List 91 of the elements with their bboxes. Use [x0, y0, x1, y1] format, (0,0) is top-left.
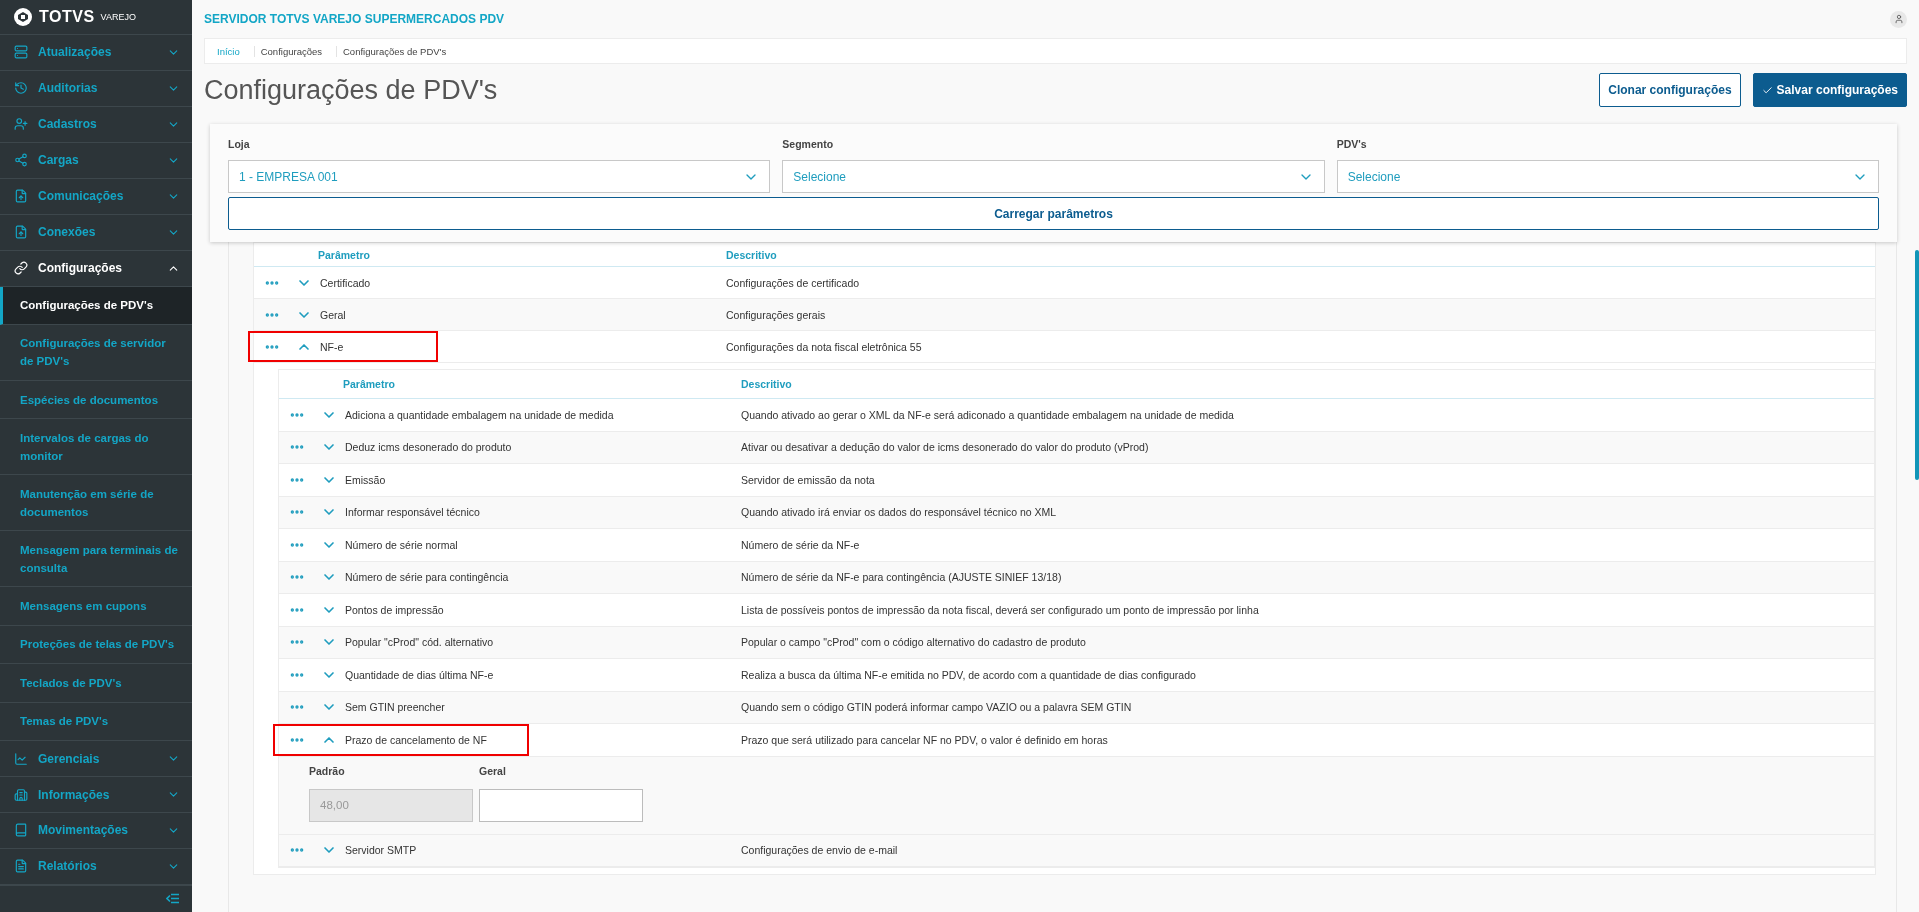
nav-item[interactable]: Movimentações	[0, 812, 192, 849]
user-plus-icon	[14, 117, 28, 132]
user-avatar[interactable]	[1890, 10, 1907, 28]
link-icon	[14, 261, 28, 276]
parameter-description: Servidor de emissão da nota	[741, 473, 876, 486]
parameter-description: Quando sem o código GTIN poderá informar campo VAZIO ou a palavra SEM GTIN	[741, 701, 1133, 714]
parameter-name: Deduz icms desonerado do produto	[345, 441, 512, 454]
nav-subitem[interactable]: Mensagem para terminais de consulta	[0, 531, 192, 588]
nav-item[interactable]: Conexões	[0, 214, 192, 251]
nav-item[interactable]: Cargas	[0, 142, 192, 179]
select-field[interactable]: Selecione	[1336, 160, 1879, 193]
user-icon	[1893, 14, 1904, 24]
parameter-description: Quando ativado ao gerar o XML da NF-e será adiconado a quantidade embalagem na unidade de medida	[741, 408, 1235, 421]
nav-subitem[interactable]: Temas de PDV's	[0, 702, 192, 742]
building-icon	[14, 787, 28, 802]
column-header: Descritivo	[726, 248, 778, 261]
check-icon	[1761, 84, 1773, 96]
filter-label: Segmento	[782, 138, 835, 150]
breadcrumb-item: Configurações	[254, 45, 337, 57]
parameter-description: Configurações da nota fiscal eletrônica 55	[726, 340, 923, 353]
nav-item[interactable]: Comunicações	[0, 178, 192, 215]
nav-item[interactable]: Informações	[0, 777, 192, 813]
parameter-description: Lista de possíveis pontos de impressão da nota fiscal, deverá ser configurado um ponto de impressão por linha	[741, 603, 1260, 616]
filter-label: PDV's	[1336, 138, 1368, 150]
clone-button[interactable]: Clonar configurações	[1599, 73, 1741, 107]
parameter-description: Prazo que será utilizado para cancelar NF no PDV, o valor é definido em horas	[741, 733, 1109, 746]
parameter-name: Quantidade de dias última NF-e	[345, 668, 494, 681]
nav-subitem[interactable]: Mensagens em cupons	[0, 587, 192, 626]
page-title: Configurações de PDV's	[204, 74, 498, 106]
nav-item[interactable]: Auditorias	[0, 70, 192, 107]
select-field[interactable]: Selecione	[782, 160, 1325, 193]
column-header: Parâmetro	[343, 378, 396, 390]
field-label: Padrão	[309, 764, 346, 777]
parameter-name: NF-e	[320, 340, 344, 353]
parameter-name: Prazo de cancelamento de NF	[345, 733, 487, 746]
field-label: Geral	[479, 764, 507, 777]
parameter-name: Certificado	[320, 276, 371, 289]
parameter-description: Configurações de envio de e-mail	[741, 844, 899, 857]
parameter-name: Geral	[320, 308, 346, 321]
parameter-description: Realiza a busca da última NF-e emitida no PDV, de acordo com a quantidade de dias configurado	[741, 668, 1197, 681]
nav-subitem[interactable]: Proteções de telas de PDV's	[0, 625, 192, 665]
parameter-description: Configurações gerais	[726, 308, 827, 321]
parameter-description: Ativar ou desativar a dedução do valor de icms desonerado do valor do produto (vProd)	[741, 441, 1150, 454]
load-parameters-button[interactable]: Carregar parâmetros	[228, 197, 1879, 230]
nav-subitem[interactable]: Intervalos de cargas do monitor	[0, 419, 192, 476]
nav-item[interactable]: Relatórios	[0, 848, 192, 885]
parameter-name: Número de série para contingência	[345, 571, 509, 584]
book-icon	[14, 823, 28, 838]
logo-icon	[13, 7, 33, 27]
parameter-name: Sem GTIN preencher	[345, 701, 445, 714]
nav-subitem[interactable]: Configurações de PDV's	[0, 286, 192, 325]
parameter-name: Popular "cProd" cód. alternativo	[345, 636, 494, 649]
parameter-description: Número de série da NF-e para contingência (AJUSTE SINIEF 13/18)	[741, 571, 1063, 584]
save-button[interactable]: Salvar configurações	[1752, 73, 1907, 107]
share-icon	[14, 153, 28, 168]
file-upload-icon	[14, 189, 28, 204]
parameter-name: Pontos de impressão	[345, 603, 444, 616]
column-header: Descritivo	[741, 378, 793, 390]
file-upload-icon	[14, 225, 28, 240]
scrollbar[interactable]	[1915, 250, 1919, 480]
parameter-description: Quando ativado irá enviar os dados do responsável técnico no XML	[741, 506, 1058, 519]
parameter-description: Número de série da NF-e	[741, 538, 861, 551]
column-header: Parâmetro	[318, 248, 371, 261]
nav-subitem[interactable]: Teclados de PDV's	[0, 664, 192, 703]
collapse-sidebar-icon[interactable]	[166, 893, 180, 905]
nav-item[interactable]: Cadastros	[0, 106, 192, 143]
brand-subtitle: VAREJO	[100, 12, 136, 22]
history-icon	[14, 81, 28, 96]
nav-item[interactable]: Atualizações	[0, 34, 192, 71]
breadcrumb-link[interactable]: Início	[211, 45, 255, 57]
breadcrumb-item: Configurações de PDV's	[342, 45, 448, 57]
nav-item[interactable]: Gerenciais	[0, 741, 192, 778]
parameter-name: Adiciona a quantidade embalagem na unidade de medida	[345, 408, 614, 421]
document-icon	[14, 859, 28, 874]
nav-item[interactable]: Configurações	[0, 250, 192, 287]
parameter-description: Configurações de certificado	[726, 276, 861, 289]
parameter-name: Número de série normal	[345, 538, 458, 551]
nav-subitem[interactable]: Manutenção em série de documentos	[0, 475, 192, 532]
server-icon	[14, 45, 28, 60]
parameter-name: Informar responsável técnico	[345, 506, 480, 519]
app-title: SERVIDOR TOTVS VAREJO SUPERMERCADOS PDV	[204, 12, 505, 26]
nav-subitem[interactable]: Configurações de servidor de PDV's	[0, 325, 192, 381]
nav-subitem[interactable]: Espécies de documentos	[0, 380, 192, 420]
parameter-description: Popular o campo "cProd" com o código alternativo do cadastro de produto	[741, 636, 1087, 649]
brand-name: TOTVS	[39, 8, 95, 26]
parameter-name: Servidor SMTP	[345, 844, 417, 857]
parameter-name: Emissão	[345, 473, 386, 486]
filter-label: Loja	[228, 138, 251, 150]
select-field[interactable]: 1 - EMPRESA 001	[228, 160, 771, 193]
value-field[interactable]	[479, 788, 643, 822]
line-chart-icon	[14, 751, 28, 766]
